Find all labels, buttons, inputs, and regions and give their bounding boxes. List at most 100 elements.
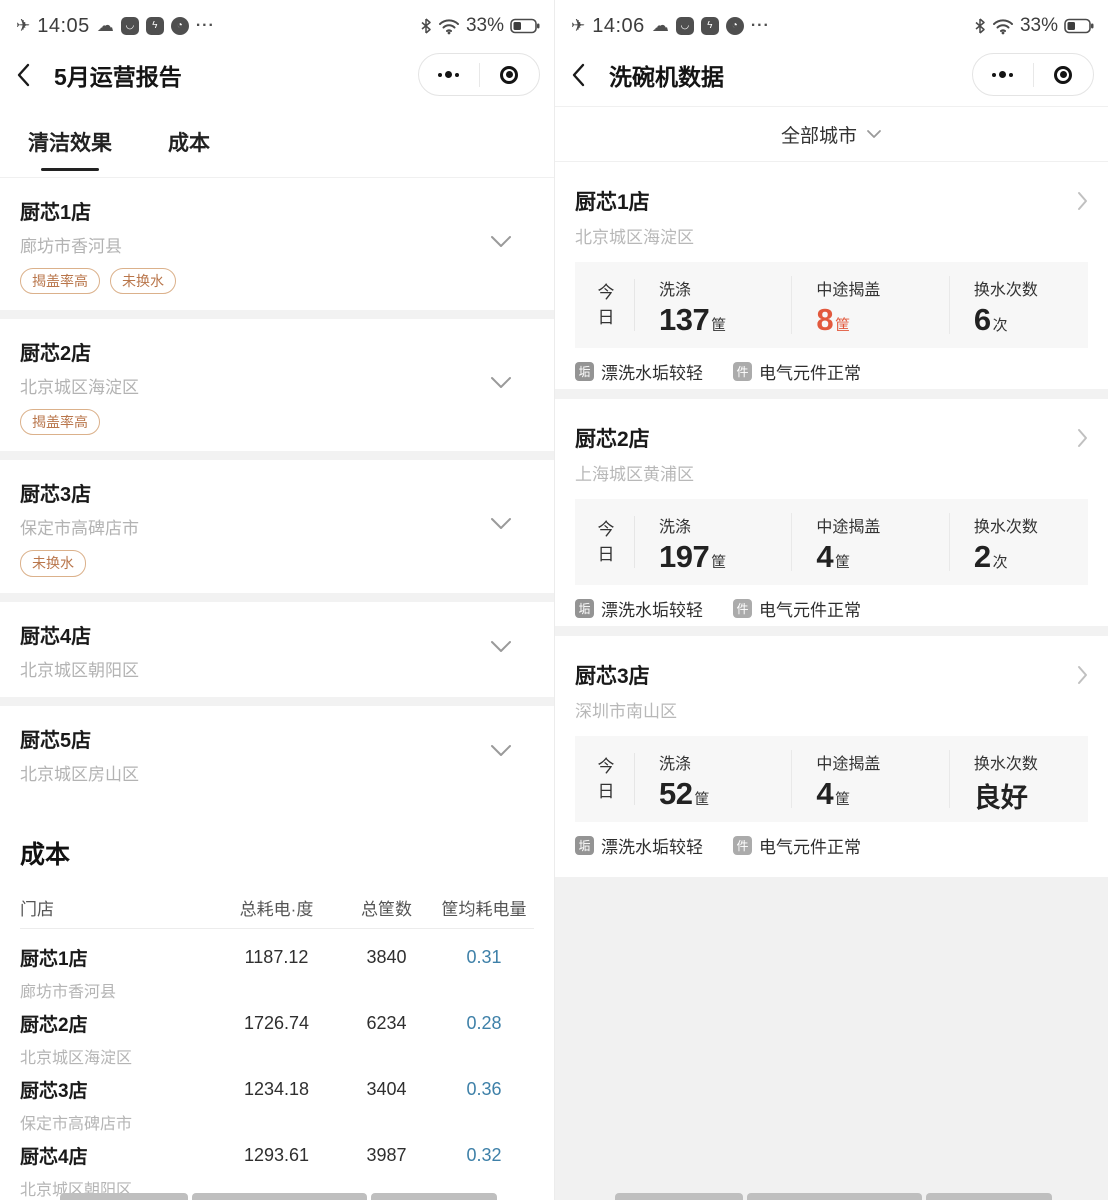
store-card-3[interactable]: 厨芯3店 深圳市南山区 今日 洗涤 52 筐 <box>555 636 1108 863</box>
mid-open-count: 8 <box>816 302 833 338</box>
avg-power-value: 0.28 <box>434 1010 534 1034</box>
chevron-down-icon <box>490 640 512 653</box>
store-row-3: 厨芯3店 保定市高碑店市 未换水 <box>0 460 554 592</box>
scale-badge-icon: 垢 <box>575 836 594 855</box>
expand-button[interactable] <box>490 517 512 535</box>
scale-tag: 垢 漂洗水垢较轻 <box>575 359 703 384</box>
cost-section-title: 成本 <box>0 801 554 887</box>
screen-dishwasher-data: ✈ 14:06 ☁ ◡ ϟ ◔ 33% 洗碗机数据 <box>554 0 1108 1200</box>
chevron-down-icon <box>490 376 512 389</box>
flash-app-icon: ϟ <box>701 17 719 35</box>
today-label: 今日 <box>588 280 624 331</box>
store-location: 北京城区朝阳区 <box>20 656 534 681</box>
status-badge: 揭盖率高 <box>20 268 100 294</box>
today-label: 今日 <box>588 517 624 568</box>
divider <box>0 593 554 602</box>
tab-cleaning-effect[interactable]: 清洁效果 <box>28 106 112 177</box>
battery-percent: 33% <box>466 15 504 37</box>
status-badge: 未换水 <box>110 268 176 294</box>
store-location: 保定市高碑店市 <box>20 514 534 539</box>
store-card-list: 厨芯1店 北京城区海淀区 今日 洗涤 137 筐 <box>555 162 1108 863</box>
divider <box>555 626 1108 636</box>
store-name: 厨芯3店 <box>575 660 650 690</box>
scale-tag: 垢 漂洗水垢较轻 <box>575 833 703 858</box>
column-total-power: 总耗电·度 <box>214 895 339 920</box>
table-row: 厨芯2店 北京城区海淀区 1726.74 6234 0.28 <box>20 995 534 1061</box>
close-miniprogram-button[interactable] <box>1034 54 1094 95</box>
battery-icon <box>1064 18 1094 34</box>
total-power-value: 1293.61 <box>214 1142 339 1166</box>
browser-app-icon: ◔ <box>726 17 744 35</box>
browser-app-icon: ◔ <box>171 17 189 35</box>
tab-cost[interactable]: 成本 <box>168 106 210 177</box>
chevron-right-icon <box>1077 428 1088 448</box>
chevron-down-icon <box>490 744 512 757</box>
target-circle-icon <box>1054 66 1072 84</box>
today-stats-box: 今日 洗涤 137 筐 中途揭盖 8 筐 <box>575 262 1088 348</box>
store-location: 北京城区海淀区 <box>20 373 534 398</box>
water-change-count: 6 <box>974 302 991 338</box>
scale-tag: 垢 漂洗水垢较轻 <box>575 596 703 621</box>
stat-wash: 洗涤 137 筐 <box>635 276 792 334</box>
back-button[interactable] <box>16 58 44 92</box>
mid-open-count: 4 <box>816 776 833 812</box>
store-card-1[interactable]: 厨芯1店 北京城区海淀区 今日 洗涤 137 筐 <box>555 162 1108 389</box>
miniprogram-capsule <box>418 53 540 96</box>
store-location: 北京城区海淀区 <box>20 1044 214 1068</box>
chevron-down-icon <box>866 129 882 139</box>
more-options-button[interactable] <box>419 54 479 95</box>
wash-count: 52 <box>659 776 692 812</box>
store-name: 厨芯2店 <box>575 423 650 453</box>
store-row-1: 厨芯1店 廊坊市香河县 揭盖率高 未换水 <box>0 178 554 310</box>
avg-power-value: 0.31 <box>434 944 534 968</box>
mid-open-count: 4 <box>816 539 833 575</box>
chevron-right-icon <box>1077 665 1088 685</box>
store-location: 廊坊市香河县 <box>20 978 214 1002</box>
stat-water-change: 换水次数 2 次 <box>950 513 1088 571</box>
city-filter-dropdown[interactable]: 全部城市 <box>555 106 1108 162</box>
store-name: 厨芯1店 <box>575 186 650 216</box>
battery-percent: 33% <box>1020 15 1058 37</box>
expand-button[interactable] <box>490 376 512 394</box>
scale-badge-icon: 垢 <box>575 599 594 618</box>
store-name: 厨芯2店 <box>20 337 534 366</box>
bottom-skeleton-bars <box>0 1192 554 1200</box>
airplane-mode-icon: ✈ <box>571 16 585 36</box>
total-baskets-value: 3840 <box>339 944 434 968</box>
weather-cloud-icon: ☁ <box>652 16 669 36</box>
total-baskets-value: 6234 <box>339 1010 434 1034</box>
component-badge-icon: 件 <box>733 599 752 618</box>
wash-count: 197 <box>659 539 709 575</box>
table-row: 厨芯1店 廊坊市香河县 1187.12 3840 0.31 <box>20 929 534 995</box>
store-name: 厨芯5店 <box>20 724 534 753</box>
table-row: 厨芯3店 保定市高碑店市 1234.18 3404 0.36 <box>20 1061 534 1127</box>
page-title: 洗碗机数据 <box>609 58 724 92</box>
total-power-value: 1726.74 <box>214 1010 339 1034</box>
chevron-right-icon <box>1077 191 1088 211</box>
store-row-4: 厨芯4店 北京城区朝阳区 <box>0 602 554 697</box>
more-options-button[interactable] <box>973 54 1033 95</box>
column-avg-power: 筐均耗电量 <box>434 895 534 920</box>
back-chevron-icon <box>16 63 30 87</box>
back-chevron-icon <box>571 63 585 87</box>
store-card-2[interactable]: 厨芯2店 上海城区黄浦区 今日 洗涤 197 筐 <box>555 399 1108 626</box>
expand-button[interactable] <box>490 640 512 658</box>
expand-button[interactable] <box>490 235 512 253</box>
more-notifications-icon <box>751 17 770 35</box>
avg-power-value: 0.36 <box>434 1076 534 1100</box>
stat-mid-open: 中途揭盖 4 筐 <box>792 513 949 571</box>
chevron-down-icon <box>490 517 512 530</box>
table-row: 厨芯4店 北京城区朝阳区 1293.61 3987 0.32 <box>20 1127 534 1193</box>
expand-button[interactable] <box>490 744 512 762</box>
store-name: 厨芯2店 <box>20 1010 214 1037</box>
store-row-5: 厨芯5店 北京城区房山区 <box>0 706 554 801</box>
health-tags: 垢 漂洗水垢较轻 件 电气元件正常 <box>575 359 1088 384</box>
store-name: 厨芯3店 <box>20 478 534 507</box>
back-button[interactable] <box>571 58 599 92</box>
store-location: 深圳市南山区 <box>575 697 1088 722</box>
flash-app-icon: ϟ <box>146 17 164 35</box>
tab-bar: 清洁效果 成本 <box>0 106 554 178</box>
close-miniprogram-button[interactable] <box>480 54 540 95</box>
divider <box>0 697 554 706</box>
weather-cloud-icon: ☁ <box>97 16 114 36</box>
